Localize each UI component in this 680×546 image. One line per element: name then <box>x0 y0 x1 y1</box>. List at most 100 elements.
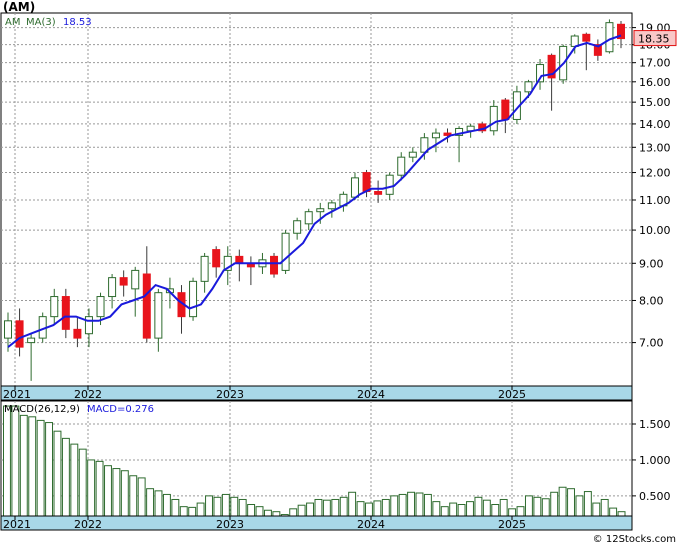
price-y-tick-label: 14.00 <box>639 118 671 131</box>
price-y-tick-label: 16.00 <box>639 76 671 89</box>
candle-body <box>570 35 579 47</box>
macd-bar <box>78 448 87 517</box>
price-legend-ma-value: 18.53 <box>63 17 92 28</box>
macd-bar <box>146 488 155 517</box>
price-x-tick-label: 2024 <box>357 388 385 401</box>
candle-body <box>431 132 440 139</box>
candle-body <box>374 191 383 195</box>
price-panel: 7.00 8.00 9.00 10.00 11.00 12.00 13.00 14.00 15.… <box>0 12 677 401</box>
macd-bar <box>609 507 618 517</box>
macd-bar <box>289 508 298 517</box>
macd-bar <box>36 419 45 517</box>
candle-body <box>84 316 93 335</box>
macd-bar <box>423 493 432 517</box>
macd-bar <box>482 499 491 517</box>
price-y-tick-label: 7.00 <box>639 337 664 350</box>
macd-bar <box>95 460 104 517</box>
candle-body <box>385 174 394 195</box>
macd-bar <box>112 468 121 517</box>
macd-bar <box>53 430 62 517</box>
macd-bar <box>162 493 171 517</box>
macd-bar <box>398 493 407 517</box>
price-x-tick-label: 2021 <box>3 388 31 401</box>
macd-bar <box>390 495 399 517</box>
price-y-tick-label: 11.00 <box>639 194 671 207</box>
watermark: © 12Stocks.com <box>593 534 676 545</box>
macd-legend-params: MACD(26,12,9) <box>4 404 80 415</box>
candle-body <box>27 337 36 344</box>
candle-body <box>142 273 151 339</box>
price-y-tick-label: 13.00 <box>639 141 671 154</box>
macd-bar <box>348 491 357 517</box>
macd-legend-value: MACD=0.276 <box>87 404 154 415</box>
price-candle <box>605 19 614 54</box>
macd-bar <box>432 501 441 517</box>
price-y-tick-label: 10.00 <box>639 224 671 237</box>
macd-bar <box>87 459 96 517</box>
candle-body <box>327 202 336 210</box>
price-legend-symbol: AM <box>5 17 20 28</box>
macd-panel: 0.500 1.000 1.500 2021 2022 2023 2024 2025 <box>0 400 671 531</box>
macd-bar <box>449 502 458 517</box>
macd-bar <box>306 502 315 517</box>
macd-bar <box>263 509 272 517</box>
chart-title: (AM) <box>3 0 35 14</box>
macd-bar <box>45 422 54 517</box>
macd-bar <box>491 504 500 517</box>
macd-bar <box>474 496 483 517</box>
macd-bar <box>516 506 525 517</box>
macd-bar <box>61 437 70 517</box>
macd-bar <box>196 502 205 517</box>
macd-bar <box>255 506 264 517</box>
macd-bar <box>440 506 449 517</box>
macd-x-tick-label: 2025 <box>498 518 526 531</box>
price-candle <box>270 252 279 278</box>
candle-body <box>154 292 163 339</box>
candle-body <box>524 81 533 93</box>
price-y-tick-label: 8.00 <box>639 294 664 307</box>
macd-bar <box>230 496 239 517</box>
candle-body <box>293 220 302 234</box>
macd-bar <box>247 504 256 517</box>
price-y-tick-label: 9.00 <box>639 257 664 270</box>
macd-bar <box>457 504 466 517</box>
candle-body <box>362 172 371 193</box>
stock-chart: (AM) 7.00 8.00 9.00 10.00 11.00 12.00 13.00 14.… <box>0 0 680 546</box>
macd-bar <box>356 501 365 517</box>
macd-bar <box>499 498 508 517</box>
candle-body <box>15 320 24 348</box>
macd-bar <box>19 414 28 517</box>
macd-bar <box>592 502 601 517</box>
macd-x-tick-label: 2023 <box>216 518 244 531</box>
candle-body <box>316 208 325 213</box>
current-price-label: 18.35 <box>638 33 670 46</box>
candle-body <box>397 156 406 176</box>
macd-bar <box>365 502 373 517</box>
macd-x-tick-label: 2022 <box>74 518 102 531</box>
macd-bar <box>3 405 11 517</box>
candle-body <box>61 296 70 330</box>
candle-body <box>489 105 498 132</box>
macd-bar <box>120 470 129 517</box>
macd-bar <box>550 491 559 517</box>
macd-bar <box>221 493 230 517</box>
macd-bar <box>331 498 340 517</box>
macd-bar <box>28 416 37 517</box>
price-y-tick-label: 15.00 <box>639 96 671 109</box>
macd-bar <box>154 490 163 517</box>
macd-bar <box>104 465 112 517</box>
macd-bar <box>322 499 331 517</box>
macd-bar <box>339 496 348 517</box>
macd-bar <box>567 488 575 517</box>
price-candle <box>189 277 198 321</box>
candle-body <box>96 296 105 318</box>
price-x-tick-label: 2022 <box>74 388 102 401</box>
candle-body <box>189 280 198 318</box>
macd-bar <box>415 492 424 517</box>
macd-bar <box>297 504 306 517</box>
candle-body <box>131 269 140 290</box>
price-x-tick-label: 2025 <box>498 388 526 401</box>
macd-bar <box>171 498 180 517</box>
macd-bar <box>407 491 416 517</box>
macd-x-tick-label: 2024 <box>357 518 385 531</box>
